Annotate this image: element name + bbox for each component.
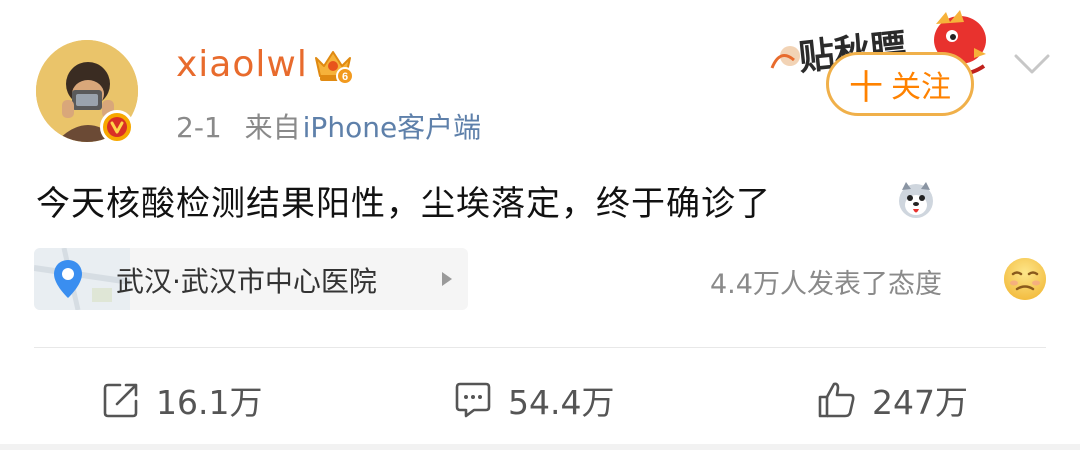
like-count: 247万 [872, 383, 968, 422]
play-arrow-icon [442, 272, 452, 286]
post-date: 2-1 [176, 111, 222, 144]
repost-button[interactable]: 16.1万 [100, 376, 262, 424]
vip-crown-icon: 6 [315, 51, 354, 85]
follow-button[interactable]: 十 关注 [826, 52, 974, 116]
location-card[interactable]: 武汉·武汉市中心医院 [34, 248, 468, 310]
sad-face-emoji-icon[interactable] [1002, 256, 1048, 302]
reactions-count[interactable]: 4.4万人发表了态度 [710, 262, 942, 301]
comment-count: 54.4万 [508, 383, 615, 422]
location-pin-icon [54, 260, 82, 298]
thumbs-up-icon [818, 382, 855, 418]
location-name: 武汉·武汉市中心医院 [116, 265, 377, 298]
bottom-separator [0, 444, 1080, 450]
comment-icon [455, 382, 491, 418]
follow-label: 关注 [891, 70, 951, 105]
source-prefix: 来自 [244, 111, 301, 144]
husky-emoji-icon [899, 182, 933, 218]
post-meta: 2-1 来自iPhone客户端 [176, 106, 481, 146]
repost-icon [103, 383, 138, 418]
username[interactable]: xiaolwl [176, 44, 308, 85]
repost-count: 16.1万 [156, 383, 263, 422]
post-content: 今天核酸检测结果阳性，尘埃落定，终于确诊了 [36, 184, 771, 224]
plus-icon: 十 [849, 67, 883, 108]
comment-button[interactable]: 54.4万 [452, 376, 614, 424]
source-client[interactable]: iPhone客户端 [303, 111, 482, 144]
like-button[interactable]: 247万 [816, 376, 968, 424]
divider [34, 347, 1046, 348]
verified-badge-icon [100, 110, 134, 144]
chevron-down-icon[interactable] [1012, 50, 1052, 78]
svg-text:6: 6 [342, 71, 348, 83]
